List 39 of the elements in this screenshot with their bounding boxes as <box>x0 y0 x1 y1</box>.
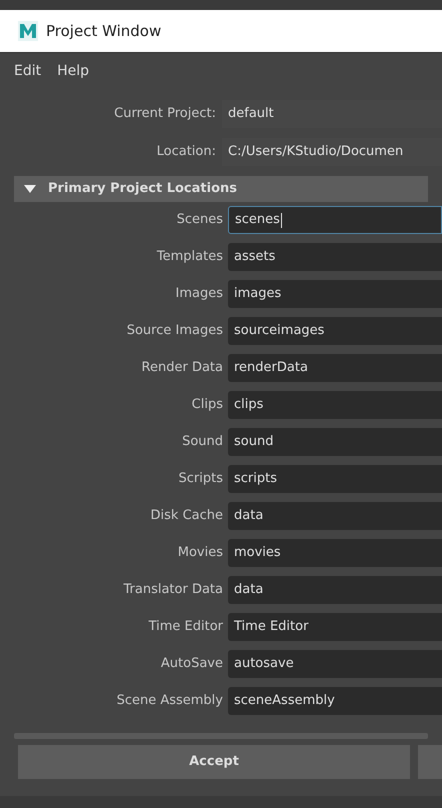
field-label: AutoSave <box>160 655 224 674</box>
path-field[interactable]: sourceimages <box>228 317 442 345</box>
cut-off-button[interactable] <box>418 745 442 779</box>
info-label: Location: <box>156 143 217 162</box>
field-label: Render Data <box>140 359 224 378</box>
app-logo-icon <box>18 21 38 41</box>
expand-arrow-icon <box>24 184 36 194</box>
path-field[interactable]: assets <box>228 243 442 271</box>
path-field[interactable]: scenes <box>228 206 442 234</box>
path-field[interactable]: images <box>228 280 442 308</box>
path-field[interactable]: autosave <box>228 650 442 678</box>
field-label: Movies <box>176 544 224 562</box>
field-label: Images <box>174 285 224 304</box>
info-label: Current Project: <box>113 105 217 124</box>
window-title: Project Window <box>46 20 162 42</box>
field-label: Clips <box>190 396 224 414</box>
field-label: Scene Assembly <box>116 692 224 710</box>
field-label: Sound <box>181 433 224 452</box>
field-label: Scripts <box>178 470 224 488</box>
field-label: Templates <box>156 248 224 266</box>
path-field[interactable]: sceneAssembly <box>228 687 442 715</box>
text-cursor <box>280 212 282 228</box>
section-header[interactable]: Primary Project Locations <box>14 176 428 202</box>
path-field[interactable]: movies <box>228 539 442 567</box>
field-label: Source Images <box>126 322 224 340</box>
path-field[interactable]: data <box>228 576 442 604</box>
field-label: Translator Data <box>122 581 224 600</box>
accept-button[interactable]: Accept <box>18 745 410 779</box>
path-field[interactable]: sound <box>228 428 442 456</box>
path-field[interactable]: data <box>228 502 442 530</box>
menu-item[interactable]: Help <box>51 61 96 82</box>
path-field[interactable]: scripts <box>228 465 442 493</box>
path-field[interactable]: Time Editor <box>228 613 442 641</box>
field-label: Time Editor <box>148 618 224 636</box>
field-label: Disk Cache <box>150 507 224 526</box>
field-label: Scenes <box>176 211 224 230</box>
menu-item[interactable]: Edit <box>8 61 48 82</box>
path-field[interactable]: clips <box>228 391 442 419</box>
path-field[interactable]: renderData <box>228 354 442 382</box>
